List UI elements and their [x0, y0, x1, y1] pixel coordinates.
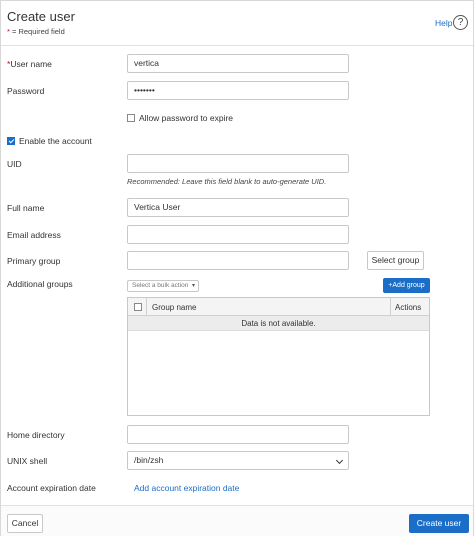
column-group-name[interactable]: Group name	[152, 303, 196, 312]
required-note-text: = Required field	[9, 27, 65, 36]
full-name-label: Full name	[7, 203, 45, 213]
additional-groups-label: Additional groups	[7, 279, 73, 289]
help-icon[interactable]: ?	[453, 15, 468, 30]
email-label: Email address	[7, 230, 61, 240]
uid-hint: Recommended: Leave this field blank to a…	[127, 177, 327, 186]
dialog-footer: Cancel Create user	[1, 505, 473, 536]
enable-account-row: Enable the account	[7, 136, 92, 146]
account-expiration-label: Account expiration date	[7, 483, 96, 493]
chevron-down-icon	[335, 456, 344, 465]
caret-down-icon: ▾	[191, 283, 195, 289]
select-group-button[interactable]: Select group	[367, 251, 424, 270]
home-directory-label: Home directory	[7, 430, 65, 440]
column-actions: Actions	[395, 303, 422, 312]
groups-table: Group name Actions Data is not available…	[127, 297, 430, 416]
allow-expire-row: Allow password to expire	[127, 113, 233, 123]
bulk-action-text: Select a bulk action	[132, 282, 189, 289]
page-title: Create user	[7, 9, 75, 24]
password-label: Password	[7, 86, 45, 96]
uid-label: UID	[7, 159, 22, 169]
cancel-button[interactable]: Cancel	[7, 514, 43, 533]
dialog-header: Create user * = Required field Help ?	[1, 1, 473, 46]
email-input[interactable]	[127, 225, 349, 244]
unix-shell-label: UNIX shell	[7, 456, 48, 466]
allow-expire-checkbox[interactable]	[127, 114, 135, 122]
required-field-note: * = Required field	[7, 27, 65, 36]
enable-account-label: Enable the account	[19, 136, 92, 146]
allow-expire-label: Allow password to expire	[139, 113, 234, 123]
create-user-dialog: Create user * = Required field Help ? *U…	[0, 0, 474, 536]
user-name-label-text: User name	[10, 59, 52, 69]
unix-shell-value: /bin/zsh	[134, 455, 164, 465]
home-directory-input[interactable]	[127, 425, 349, 444]
primary-group-label: Primary group	[7, 256, 61, 266]
column-divider	[390, 298, 391, 316]
add-group-button[interactable]: +Add group	[383, 278, 430, 293]
primary-group-input[interactable]	[127, 251, 349, 270]
column-divider	[146, 298, 147, 316]
user-name-input[interactable]: vertica	[127, 54, 349, 73]
password-input[interactable]: •••••••	[127, 81, 349, 100]
user-name-label: *User name	[7, 59, 52, 69]
groups-table-header: Group name Actions	[128, 298, 429, 316]
create-user-button[interactable]: Create user	[409, 514, 469, 533]
bulk-action-select[interactable]: Select a bulk action ▾	[127, 280, 199, 292]
add-expiration-date-link[interactable]: Add account expiration date	[134, 483, 239, 493]
help-link[interactable]: Help	[435, 18, 452, 28]
empty-table-message: Data is not available.	[128, 316, 429, 331]
unix-shell-select[interactable]: /bin/zsh	[127, 451, 349, 470]
enable-account-checkbox[interactable]	[7, 137, 15, 145]
select-all-checkbox[interactable]	[134, 303, 142, 311]
full-name-input[interactable]: Vertica User	[127, 198, 349, 217]
uid-input[interactable]	[127, 154, 349, 173]
